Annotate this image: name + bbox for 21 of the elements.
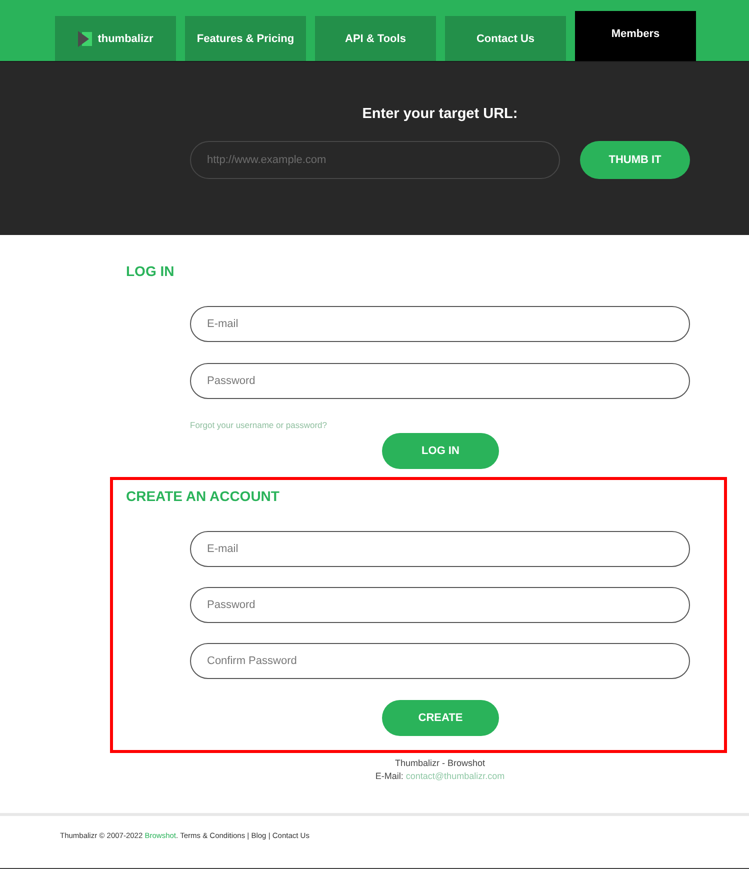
forgot-password-link[interactable]: Forgot your username or password? (190, 420, 328, 431)
create-account-heading: CREATE AN ACCOUNT (126, 487, 280, 505)
input-field[interactable]: E-mail (190, 306, 690, 342)
log-in-heading: LOG IN (126, 262, 174, 280)
nav-tab[interactable]: API & Tools (315, 16, 436, 61)
input-field[interactable]: Password (190, 587, 690, 623)
contact-email-line: E-Mail: contact@thumbalizr.com (375, 770, 505, 783)
thumb-it-button[interactable]: THUMB IT (580, 141, 690, 179)
input-field[interactable]: Confirm Password (190, 643, 690, 679)
play-icon (78, 30, 92, 46)
nav-tab[interactable]: Members (575, 11, 696, 61)
company-name: Thumbalizr - Browshot (394, 757, 486, 770)
nav-tab[interactable]: Features & Pricing (185, 16, 306, 61)
create-button[interactable]: CREATE (382, 700, 499, 736)
url-input-field[interactable]: http://www.example.com (190, 141, 560, 179)
url-prompt-title: Enter your target URL: (361, 105, 519, 124)
log-in-button[interactable]: LOG IN (382, 433, 499, 469)
nav-tab[interactable]: Contact Us (445, 16, 566, 61)
input-field[interactable]: Password (190, 363, 690, 399)
logo-tab[interactable]: thumbalizr (55, 16, 176, 61)
input-field[interactable]: E-mail (190, 531, 690, 567)
